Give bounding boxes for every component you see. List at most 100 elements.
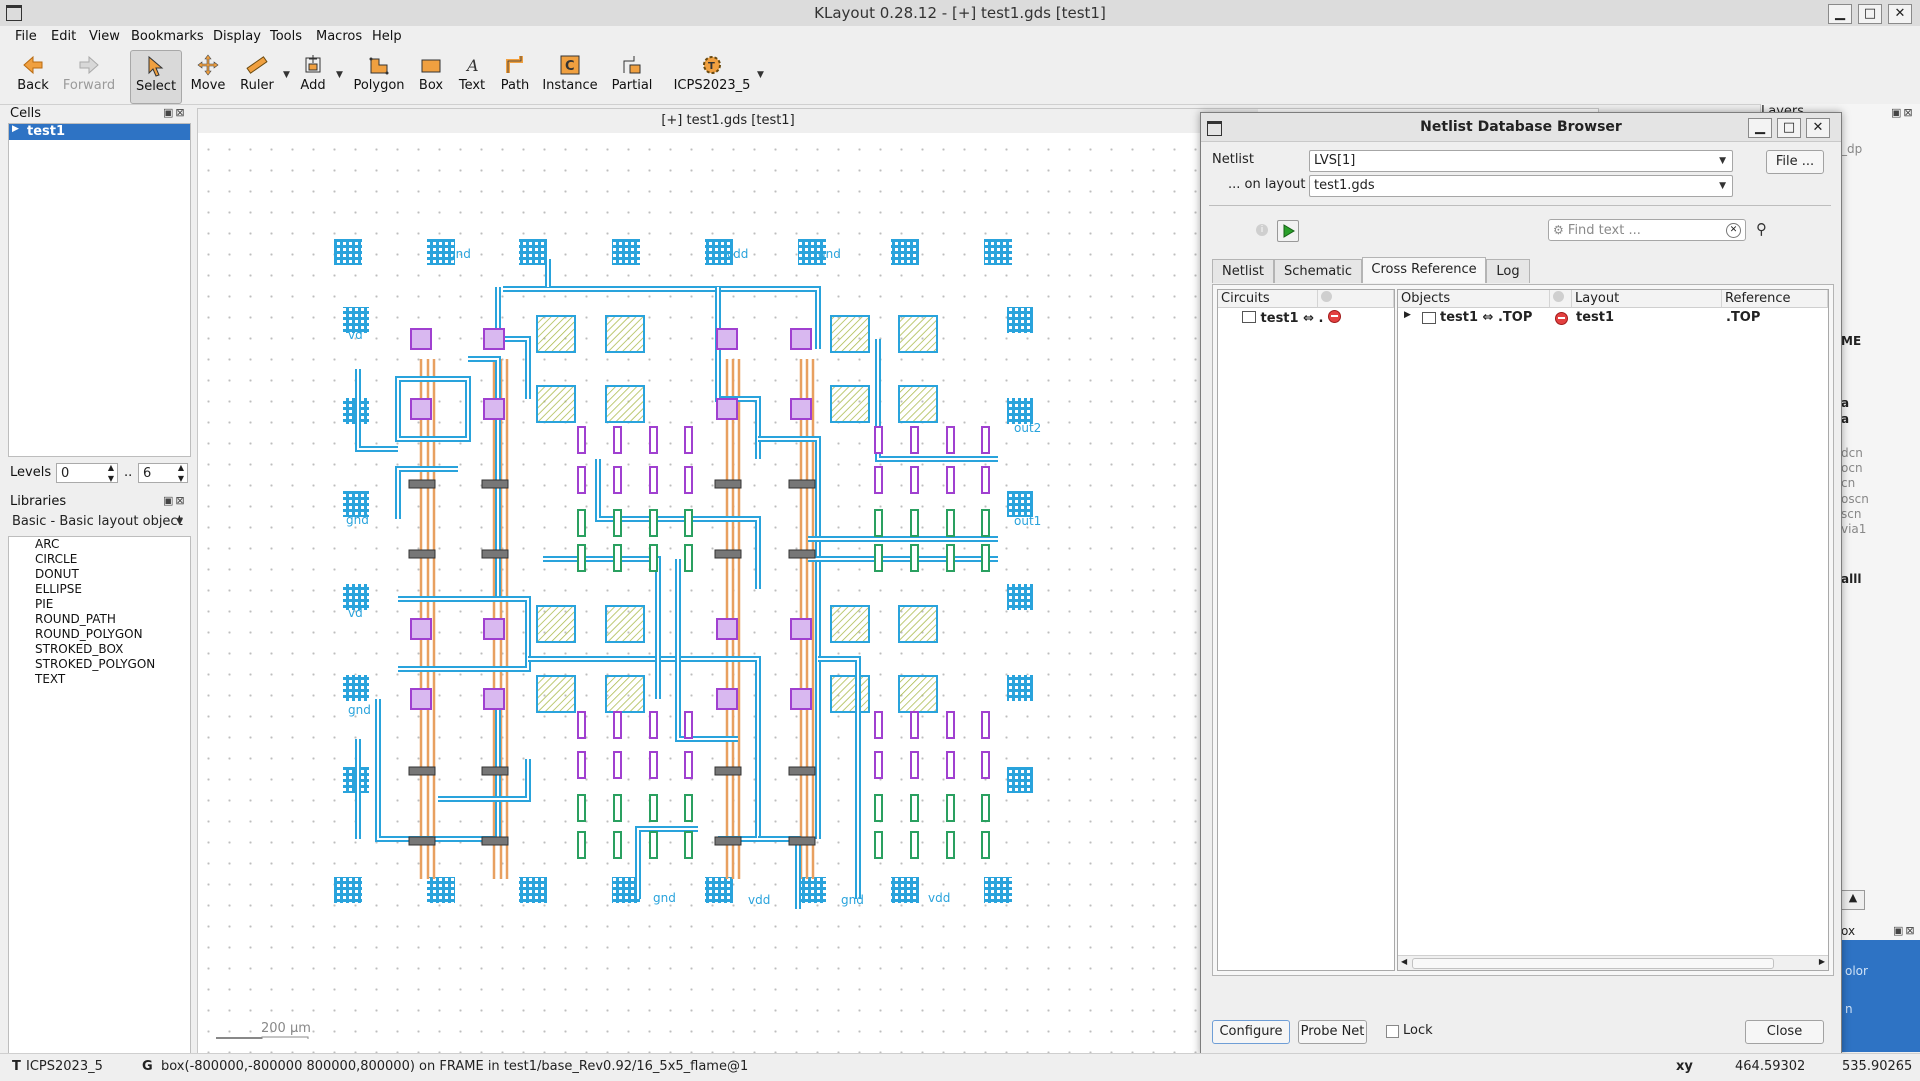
find-text-input[interactable]: ⚙ Find text ... ✕ bbox=[1548, 219, 1746, 241]
cells-dock-buttons[interactable]: ▣⊠ bbox=[163, 106, 187, 119]
polygon-button[interactable]: Polygon bbox=[352, 50, 406, 102]
device-bar bbox=[874, 426, 883, 454]
dialog-maximize-button[interactable]: □ bbox=[1777, 118, 1801, 138]
probe-net-button[interactable]: Probe Net bbox=[1298, 1020, 1367, 1044]
toolbar-overflow-icon[interactable]: ▼ bbox=[757, 70, 764, 80]
netlist-select[interactable]: LVS[1] ▼ bbox=[1309, 150, 1733, 172]
objects-header[interactable]: Objects bbox=[1398, 290, 1550, 308]
expand-arrow-icon[interactable]: ▶ bbox=[12, 124, 19, 134]
menu-help[interactable]: Help bbox=[372, 29, 402, 44]
add-button[interactable]: Add bbox=[295, 50, 331, 102]
library-item[interactable]: ROUND_PATH bbox=[35, 612, 116, 626]
library-select[interactable]: Basic - Basic layout object ▼ bbox=[8, 512, 189, 534]
device-bar bbox=[946, 831, 955, 859]
select-button[interactable]: Select bbox=[130, 50, 182, 104]
expand-arrow-icon[interactable]: ▶ bbox=[1404, 310, 1411, 320]
ruler-button[interactable]: Ruler bbox=[236, 50, 278, 102]
forward-button[interactable]: Forward bbox=[62, 50, 116, 102]
menu-tools[interactable]: Tools bbox=[270, 29, 302, 44]
clear-icon[interactable]: ✕ bbox=[1726, 223, 1741, 238]
back-button[interactable]: Back bbox=[12, 50, 54, 102]
device-bar bbox=[981, 509, 990, 537]
menu-macros[interactable]: Macros bbox=[316, 29, 362, 44]
layout-select[interactable]: test1.gds ▼ bbox=[1309, 175, 1733, 197]
menu-edit[interactable]: Edit bbox=[51, 29, 76, 44]
partial-button[interactable]: Partial bbox=[608, 50, 656, 102]
layers-dock-buttons[interactable]: ▣⊠ bbox=[1891, 106, 1915, 119]
menu-view[interactable]: View bbox=[89, 29, 120, 44]
maximize-button[interactable]: □ bbox=[1858, 4, 1882, 24]
tab-netlist[interactable]: Netlist bbox=[1212, 259, 1274, 283]
reference-column-header[interactable]: Reference bbox=[1722, 290, 1828, 308]
close-dialog-button[interactable]: Close bbox=[1745, 1020, 1824, 1044]
library-item[interactable]: CIRCLE bbox=[35, 552, 77, 566]
object-row[interactable]: ▶ test1 ⇔ .TOP test1 .TOP bbox=[1398, 310, 1828, 326]
run-lvs-button[interactable] bbox=[1277, 220, 1299, 242]
circuit-row[interactable]: test1 ⇔ . bbox=[1242, 310, 1341, 326]
box-button[interactable]: Box bbox=[414, 50, 448, 102]
levels-to-spinbox[interactable]: 6 ▲ ▼ bbox=[138, 463, 188, 483]
layer-list-blue[interactable]: olor n bbox=[1841, 940, 1920, 1052]
layout-column-header[interactable]: Layout bbox=[1572, 290, 1722, 308]
scrollbar-thumb[interactable] bbox=[1412, 958, 1774, 969]
library-item[interactable]: STROKED_POLYGON bbox=[35, 657, 155, 671]
info-icon[interactable]: i bbox=[1256, 224, 1268, 236]
library-list[interactable]: ARC CIRCLE DONUT ELLIPSE PIE ROUND_PATH … bbox=[8, 536, 191, 1060]
device-bar bbox=[946, 466, 955, 494]
search-icon[interactable]: ⚲ bbox=[1756, 220, 1767, 238]
text-button[interactable]: A Text bbox=[456, 50, 488, 102]
dialog-minimize-button[interactable]: ▁ bbox=[1748, 118, 1772, 138]
ruler-dropdown-icon[interactable]: ▼ bbox=[283, 70, 290, 80]
library-item[interactable]: ELLIPSE bbox=[35, 582, 82, 596]
add-dropdown-icon[interactable]: ▼ bbox=[336, 70, 343, 80]
menu-display[interactable]: Display bbox=[213, 29, 261, 44]
layer-up-button[interactable]: ▲ bbox=[1841, 890, 1865, 910]
cell-item-test1[interactable]: ▶ test1 bbox=[9, 124, 190, 140]
scroll-left-icon[interactable]: ◀ bbox=[1401, 957, 1407, 966]
device-bar bbox=[649, 794, 658, 822]
circuits-header[interactable]: Circuits bbox=[1218, 290, 1318, 308]
cell-tree[interactable]: ▶ test1 bbox=[8, 123, 191, 457]
library-item[interactable]: TEXT bbox=[35, 672, 65, 686]
instance-button[interactable]: C Instance bbox=[542, 50, 598, 102]
objects-pane[interactable]: Objects Layout Reference ▶ test1 ⇔ .TOP … bbox=[1397, 289, 1829, 971]
file-menu-button[interactable]: File ... bbox=[1766, 150, 1824, 174]
circuits-status-header[interactable] bbox=[1318, 290, 1394, 308]
spin-arrows-icon[interactable]: ▲ ▼ bbox=[178, 462, 184, 484]
library-item[interactable]: STROKED_BOX bbox=[35, 642, 123, 656]
scroll-right-icon[interactable]: ▶ bbox=[1819, 957, 1825, 966]
circuits-pane[interactable]: Circuits test1 ⇔ . bbox=[1217, 289, 1395, 971]
close-button[interactable]: ✕ bbox=[1888, 4, 1912, 24]
path-button[interactable]: Path bbox=[496, 50, 534, 102]
library-item[interactable]: PIE bbox=[35, 597, 53, 611]
menu-file[interactable]: File bbox=[15, 29, 37, 44]
bond-pad bbox=[427, 877, 455, 903]
configure-button[interactable]: Configure bbox=[1212, 1020, 1290, 1044]
device-bar bbox=[649, 751, 658, 779]
tab-cross-reference[interactable]: Cross Reference bbox=[1362, 257, 1486, 283]
library-item[interactable]: DONUT bbox=[35, 567, 79, 581]
active-region bbox=[536, 605, 576, 643]
dialog-close-button[interactable]: ✕ bbox=[1806, 118, 1830, 138]
spin-arrows-icon[interactable]: ▲ ▼ bbox=[108, 462, 114, 484]
menu-bookmarks[interactable]: Bookmarks bbox=[131, 29, 204, 44]
tech-button[interactable]: T ICPS2023_5 bbox=[672, 50, 752, 102]
gate-bar bbox=[788, 549, 816, 559]
tab-schematic[interactable]: Schematic bbox=[1274, 259, 1362, 283]
library-item[interactable]: ARC bbox=[35, 537, 59, 551]
gate-bar bbox=[714, 836, 742, 846]
levels-from-spinbox[interactable]: 0 ▲ ▼ bbox=[56, 463, 118, 483]
objects-status-header[interactable] bbox=[1550, 290, 1572, 308]
libraries-dock-buttons[interactable]: ▣⊠ bbox=[163, 494, 187, 507]
layout-drawing[interactable]: gnd vdd gnd vd out2 gnd out1 vd gnd gnd … bbox=[198, 139, 1198, 1039]
contact bbox=[483, 328, 505, 350]
dock-buttons[interactable]: ▣⊠ bbox=[1893, 924, 1917, 937]
lock-checkbox[interactable] bbox=[1386, 1025, 1399, 1038]
tab-log[interactable]: Log bbox=[1486, 259, 1530, 283]
library-item[interactable]: ROUND_POLYGON bbox=[35, 627, 143, 641]
minimize-button[interactable]: ▁ bbox=[1828, 4, 1852, 24]
horizontal-scrollbar[interactable]: ◀ ▶ bbox=[1398, 955, 1828, 970]
move-button[interactable]: Move bbox=[188, 50, 228, 102]
tech-prefix: T bbox=[12, 1059, 21, 1074]
device-bar bbox=[946, 426, 955, 454]
